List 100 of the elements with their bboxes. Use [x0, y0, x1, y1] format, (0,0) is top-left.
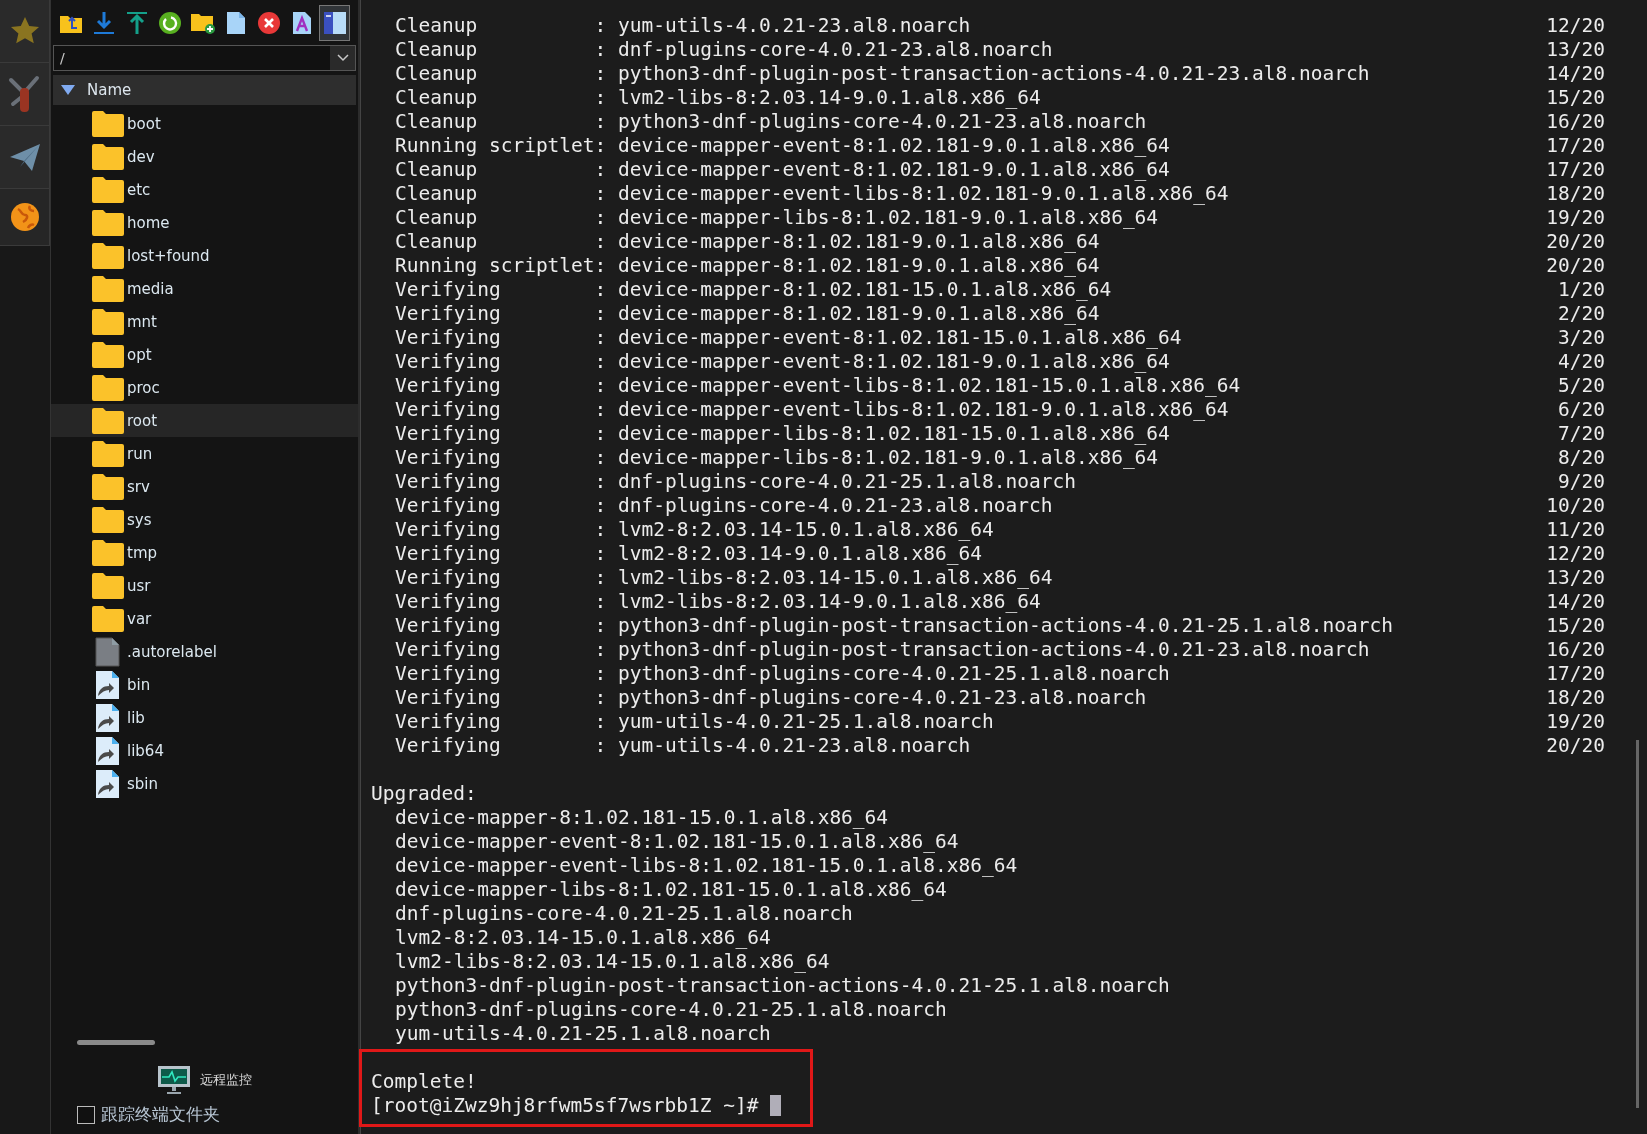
progress-count: 20/20	[1546, 734, 1605, 758]
terminal-line: device-mapper-event-libs-8:1.02.181-15.0.1.al8.x86_64	[394, 854, 1019, 878]
terminal-line: Verifying : device-mapper-event-libs-8:1.02.181-15.0.1.al8.x86_64	[394, 374, 1242, 398]
terminal-line: Verifying : dnf-plugins-core-4.0.21-23.al8.noarch	[394, 494, 1054, 518]
file-row[interactable]: run	[51, 437, 358, 470]
terminal-line: Verifying : device-mapper-event-8:1.02.181-9.0.1.al8.x86_64	[394, 350, 1171, 374]
shortcut-file-icon	[95, 669, 121, 700]
terminal-line: Verifying : yum-utils-4.0.21-23.al8.noarch	[394, 734, 972, 758]
folder-icon	[92, 539, 124, 566]
terminal-line: python3-dnf-plugins-core-4.0.21-25.1.al8.noarch	[394, 998, 948, 1022]
terminal-line: Verifying : python3-dnf-plugins-core-4.0.21-25.1.al8.noarch	[394, 662, 1171, 686]
folder-icon	[92, 341, 124, 368]
file-row[interactable]: etc	[51, 173, 358, 206]
send-button[interactable]	[0, 126, 50, 189]
folder-icon	[92, 374, 124, 401]
progress-count: 14/20	[1546, 62, 1605, 86]
file-row[interactable]: tmp	[51, 536, 358, 569]
tools-button[interactable]	[0, 63, 50, 126]
terminal-line: lvm2-8:2.03.14-15.0.1.al8.x86_64	[394, 926, 772, 950]
terminal-line: device-mapper-8:1.02.181-15.0.1.al8.x86_64	[394, 806, 890, 830]
file-row[interactable]: srv	[51, 470, 358, 503]
terminal-line: Cleanup : device-mapper-event-libs-8:1.02.181-9.0.1.al8.x86_64	[394, 182, 1230, 206]
progress-count: 20/20	[1546, 254, 1605, 278]
terminal-line: Cleanup : device-mapper-libs-8:1.02.181-9.0.1.al8.x86_64	[394, 206, 1160, 230]
globe-button[interactable]	[0, 189, 50, 246]
terminal-line: Verifying : device-mapper-event-libs-8:1.02.181-9.0.1.al8.x86_64	[394, 398, 1230, 422]
panel-layout-icon	[322, 11, 347, 35]
file-row[interactable]: var	[51, 602, 358, 635]
progress-count: 18/20	[1546, 686, 1605, 710]
file-row[interactable]: mnt	[51, 305, 358, 338]
file-row[interactable]: lib64	[51, 734, 358, 767]
file-row[interactable]: boot	[51, 107, 358, 140]
file-row[interactable]: opt	[51, 338, 358, 371]
shortcut-file-icon	[95, 702, 121, 733]
folder-icon	[92, 572, 124, 599]
terminal-line: Running scriptlet: device-mapper-event-8:1.02.181-9.0.1.al8.x86_64	[394, 134, 1171, 158]
terminal-line: Verifying : device-mapper-libs-8:1.02.181-15.0.1.al8.x86_64	[394, 422, 1171, 446]
scrollbar[interactable]	[1636, 740, 1639, 1108]
progress-count: 19/20	[1546, 710, 1605, 734]
terminal-line: Verifying : lvm2-libs-8:2.03.14-9.0.1.al8.x86_64	[394, 590, 1042, 614]
download-icon	[91, 11, 116, 35]
progress-count: 13/20	[1546, 566, 1605, 590]
toolbar-button[interactable]	[319, 5, 350, 41]
terminal-line: Verifying : lvm2-8:2.03.14-15.0.1.al8.x86_64	[394, 518, 995, 542]
file-row[interactable]: sys	[51, 503, 358, 536]
progress-count: 10/20	[1546, 494, 1605, 518]
file-row[interactable]: lost+found	[51, 239, 358, 272]
scrollbar[interactable]	[77, 1040, 155, 1045]
favorites-button[interactable]	[0, 0, 50, 63]
terminal-line: Verifying : device-mapper-event-8:1.02.181-15.0.1.al8.x86_64	[394, 326, 1183, 350]
file-row[interactable]: bin	[51, 668, 358, 701]
progress-count: 8/20	[1558, 446, 1605, 470]
progress-count: 4/20	[1558, 350, 1605, 374]
file-row[interactable]: proc	[51, 371, 358, 404]
terminal-line: Verifying : python3-dnf-plugin-post-transaction-actions-4.0.21-23.al8.noarch	[394, 638, 1371, 662]
progress-count: 12/20	[1546, 14, 1605, 38]
progress-count: 2/20	[1558, 302, 1605, 326]
terminal-line: Verifying : python3-dnf-plugin-post-transaction-actions-4.0.21-25.1.al8.noarch	[394, 614, 1394, 638]
column-header[interactable]: Name	[53, 75, 356, 105]
file-row[interactable]: usr	[51, 569, 358, 602]
progress-count: 20/20	[1546, 230, 1605, 254]
file-icon	[225, 11, 246, 35]
file-row[interactable]: lib	[51, 701, 358, 734]
file-row[interactable]: .autorelabel	[51, 635, 358, 668]
checkbox[interactable]	[77, 1105, 95, 1124]
progress-count: 11/20	[1546, 518, 1605, 542]
folder-icon	[92, 506, 124, 533]
terminal-line: Verifying : lvm2-8:2.03.14-9.0.1.al8.x86_64	[394, 542, 983, 566]
terminal-line: Verifying : yum-utils-4.0.21-25.1.al8.noarch	[394, 710, 995, 734]
progress-count: 15/20	[1546, 86, 1605, 110]
cursor	[770, 1095, 782, 1116]
progress-count: 15/20	[1546, 614, 1605, 638]
progress-count: 16/20	[1546, 638, 1605, 662]
file-row[interactable]: dev	[51, 140, 358, 173]
progress-count: 3/20	[1558, 326, 1605, 350]
folder-icon	[92, 407, 124, 434]
terminal-line: Verifying : dnf-plugins-core-4.0.21-25.1.al8.noarch	[394, 470, 1077, 494]
file-row[interactable]: home	[51, 206, 358, 239]
file-row[interactable]: sbin	[51, 767, 358, 800]
file-row[interactable]: root	[51, 404, 358, 437]
terminal-line: Verifying : lvm2-libs-8:2.03.14-15.0.1.al8.x86_64	[394, 566, 1054, 590]
folder-icon	[92, 308, 124, 335]
terminal-line: Complete!	[371, 1070, 477, 1094]
terminal-line: dnf-plugins-core-4.0.21-25.1.al8.noarch	[394, 902, 854, 926]
folder-icon	[92, 176, 124, 203]
file-row[interactable]: media	[51, 272, 358, 305]
terminal-line: Cleanup : device-mapper-event-8:1.02.181-9.0.1.al8.x86_64	[394, 158, 1171, 182]
progress-count: 17/20	[1546, 158, 1605, 182]
upload-icon	[124, 11, 149, 35]
remote-monitor-link[interactable]: 远程监控	[200, 1071, 252, 1089]
folder-icon	[92, 275, 124, 302]
terminal-line: Cleanup : dnf-plugins-core-4.0.21-23.al8.noarch	[394, 38, 1054, 62]
progress-count: 1/20	[1558, 278, 1605, 302]
shortcut-file-icon	[95, 768, 121, 799]
terminal-line: Cleanup : python3-dnf-plugins-core-4.0.21-23.al8.noarch	[394, 110, 1148, 134]
progress-count: 18/20	[1546, 182, 1605, 206]
progress-count: 7/20	[1558, 422, 1605, 446]
new-folder-icon	[189, 11, 216, 35]
folder-icon	[92, 605, 124, 632]
terminal-line: Cleanup : lvm2-libs-8:2.03.14-9.0.1.al8.x86_64	[394, 86, 1042, 110]
